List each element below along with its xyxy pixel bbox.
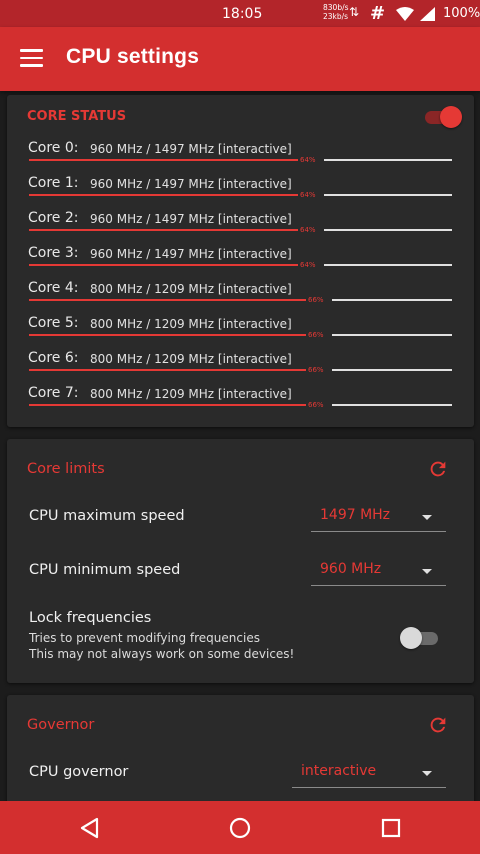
core-label: Core 5: — [28, 315, 79, 331]
wifi-icon — [396, 7, 414, 21]
core-frequency: 800 MHz / 1209 MHz [interactive] — [90, 387, 292, 401]
recents-square-icon[interactable] — [378, 815, 404, 841]
core-status-toggle[interactable] — [423, 106, 463, 128]
status-bar: 18:05 830b/s 23kb/s ⇅ # 100% — [0, 0, 480, 27]
refresh-icon[interactable] — [427, 714, 449, 736]
core-load-percent: 66% — [306, 401, 326, 409]
core-row: Core 2: 960 MHz / 1497 MHz [interactive] 6… — [7, 210, 474, 245]
net-up: 830b/s — [323, 3, 349, 12]
core-frequency: 800 MHz / 1209 MHz [interactive] — [90, 317, 292, 331]
core-load-fill — [29, 194, 300, 196]
core-load-bar: 64% — [29, 191, 452, 199]
core-load-remaining — [324, 159, 452, 161]
cpu-governor-label: CPU governor — [29, 764, 129, 780]
hamburger-icon[interactable] — [20, 49, 44, 67]
page-title: CPU settings — [66, 45, 200, 68]
hash-icon: # — [370, 3, 386, 24]
cpu-min-speed-value: 960 MHz — [320, 561, 382, 577]
core-load-fill — [29, 264, 300, 266]
app-bar: CPU settings — [0, 27, 480, 91]
core-row: Core 3: 960 MHz / 1497 MHz [interactive] 6… — [7, 245, 474, 280]
core-load-bar: 64% — [29, 226, 452, 234]
core-frequency: 800 MHz / 1209 MHz [interactive] — [90, 282, 292, 296]
core-load-remaining — [332, 404, 452, 406]
core-load-bar: 66% — [29, 366, 452, 374]
core-load-percent: 66% — [306, 296, 326, 304]
data-arrows-icon: ⇅ — [349, 5, 360, 19]
core-load-fill — [29, 159, 300, 161]
core-label: Core 0: — [28, 140, 79, 156]
core-label: Core 2: — [28, 210, 79, 226]
core-row: Core 5: 800 MHz / 1209 MHz [interactive] 6… — [7, 315, 474, 350]
core-load-fill — [29, 369, 308, 371]
core-frequency: 960 MHz / 1497 MHz [interactive] — [90, 212, 292, 226]
core-label: Core 6: — [28, 350, 79, 366]
core-load-remaining — [324, 194, 452, 196]
core-load-bar: 64% — [29, 261, 452, 269]
core-status-header: CORE STATUS — [27, 109, 127, 124]
core-load-remaining — [332, 299, 452, 301]
core-label: Core 1: — [28, 175, 79, 191]
core-row: Core 6: 800 MHz / 1209 MHz [interactive] 6… — [7, 350, 474, 385]
core-load-percent: 64% — [298, 191, 318, 199]
core-load-bar: 64% — [29, 156, 452, 164]
cpu-min-speed-label: CPU minimum speed — [29, 562, 181, 578]
refresh-icon[interactable] — [427, 458, 449, 480]
cpu-governor-dropdown[interactable]: interactive — [292, 759, 446, 788]
lock-frequencies-label: Lock frequencies — [29, 610, 152, 626]
core-load-remaining — [332, 369, 452, 371]
core-load-percent: 64% — [298, 261, 318, 269]
back-triangle-icon[interactable] — [77, 815, 103, 841]
lock-frequencies-desc-2: This may not always work on some devices… — [29, 647, 295, 661]
core-load-percent: 66% — [306, 366, 326, 374]
core-load-percent: 64% — [298, 156, 318, 164]
net-down: 23kb/s — [323, 12, 349, 21]
core-load-fill — [29, 404, 308, 406]
core-load-bar: 66% — [29, 331, 452, 339]
core-load-fill — [29, 229, 300, 231]
signal-icon — [420, 7, 435, 21]
core-load-remaining — [332, 334, 452, 336]
lock-frequencies-toggle[interactable] — [400, 627, 440, 649]
core-limits-card: Core limits CPU maximum speed 1497 MHz C… — [7, 439, 474, 683]
core-label: Core 3: — [28, 245, 79, 261]
cpu-min-speed-dropdown[interactable]: 960 MHz — [311, 557, 446, 586]
cpu-max-speed-label: CPU maximum speed — [29, 508, 185, 524]
core-load-fill — [29, 299, 308, 301]
core-limits-header: Core limits — [27, 461, 105, 477]
core-load-remaining — [324, 264, 452, 266]
core-load-fill — [29, 334, 308, 336]
cpu-governor-value: interactive — [301, 763, 377, 779]
core-status-card: CORE STATUS Core 0: 960 MHz / 1497 MHz [i… — [7, 95, 474, 427]
core-load-percent: 64% — [298, 226, 318, 234]
core-frequency: 960 MHz / 1497 MHz [interactive] — [90, 142, 292, 156]
core-frequency: 800 MHz / 1209 MHz [interactive] — [90, 352, 292, 366]
core-load-percent: 66% — [306, 331, 326, 339]
core-load-bar: 66% — [29, 296, 452, 304]
core-row: Core 7: 800 MHz / 1209 MHz [interactive] 6… — [7, 385, 474, 420]
navigation-bar — [0, 801, 480, 854]
core-label: Core 4: — [28, 280, 79, 296]
core-label: Core 7: — [28, 385, 79, 401]
cpu-max-speed-dropdown[interactable]: 1497 MHz — [311, 503, 446, 532]
core-row: Core 4: 800 MHz / 1209 MHz [interactive] 6… — [7, 280, 474, 315]
network-speed: 830b/s 23kb/s — [323, 3, 349, 21]
status-time: 18:05 — [222, 6, 263, 22]
chevron-down-icon — [422, 569, 432, 574]
core-row: Core 0: 960 MHz / 1497 MHz [interactive] 6… — [7, 140, 474, 175]
cpu-max-speed-value: 1497 MHz — [320, 507, 391, 523]
governor-card: Governor CPU governor interactive — [7, 695, 474, 815]
governor-header: Governor — [27, 717, 95, 733]
core-load-remaining — [324, 229, 452, 231]
home-circle-icon[interactable] — [227, 815, 253, 841]
core-row: Core 1: 960 MHz / 1497 MHz [interactive] 6… — [7, 175, 474, 210]
chevron-down-icon — [422, 515, 432, 520]
chevron-down-icon — [422, 771, 432, 776]
battery-level: 100% — [443, 6, 480, 21]
lock-frequencies-desc-1: Tries to prevent modifying frequencies — [29, 631, 260, 645]
core-frequency: 960 MHz / 1497 MHz [interactive] — [90, 247, 292, 261]
core-frequency: 960 MHz / 1497 MHz [interactive] — [90, 177, 292, 191]
core-load-bar: 66% — [29, 401, 452, 409]
